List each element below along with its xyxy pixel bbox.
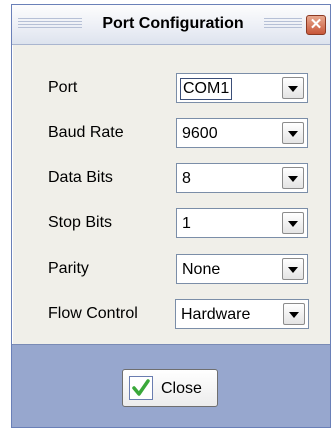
- parity-dropdown-button[interactable]: [282, 258, 304, 280]
- data-bits-label: Data Bits: [48, 169, 113, 186]
- port-select[interactable]: COM1: [176, 73, 308, 103]
- title-grip-right: [264, 18, 302, 30]
- data-bits-select[interactable]: 8: [176, 163, 308, 193]
- chevron-down-icon: [288, 221, 298, 227]
- chevron-down-icon: [288, 131, 298, 137]
- stop-bits-label: Stop Bits: [48, 214, 113, 231]
- baud-rate-dropdown-button[interactable]: [282, 122, 304, 144]
- baud-rate-value: 9600: [182, 125, 218, 142]
- port-configuration-dialog: Port Configuration ✕ Port COM1 Baud Rate…: [11, 4, 331, 428]
- flow-control-dropdown-button[interactable]: [283, 303, 305, 325]
- chevron-down-icon: [289, 312, 299, 318]
- flow-control-select[interactable]: Hardware: [175, 299, 309, 329]
- parity-row: Parity None: [12, 254, 330, 284]
- chevron-down-icon: [288, 176, 298, 182]
- check-icon: [129, 376, 153, 400]
- flow-control-label: Flow Control: [48, 305, 138, 322]
- stop-bits-row: Stop Bits 1: [12, 208, 330, 238]
- parity-value: None: [182, 261, 221, 278]
- close-icon[interactable]: ✕: [306, 15, 326, 35]
- parity-select[interactable]: None: [176, 254, 308, 284]
- data-bits-dropdown-button[interactable]: [282, 167, 304, 189]
- data-bits-value: 8: [182, 170, 191, 187]
- port-label: Port: [48, 79, 78, 96]
- data-bits-row: Data Bits 8: [12, 163, 330, 193]
- chevron-down-icon: [288, 267, 298, 273]
- port-dropdown-button[interactable]: [282, 77, 304, 99]
- close-button-label: Close: [161, 380, 202, 397]
- parity-label: Parity: [48, 260, 89, 277]
- dialog-footer: Close: [12, 344, 330, 427]
- title-bar[interactable]: Port Configuration ✕: [12, 5, 330, 45]
- title-grip-left: [18, 18, 82, 30]
- baud-rate-label: Baud Rate: [48, 124, 124, 141]
- dialog-title: Port Configuration: [102, 15, 244, 32]
- flow-control-row: Flow Control Hardware: [12, 299, 330, 329]
- port-value: COM1: [180, 78, 233, 100]
- flow-control-value: Hardware: [181, 306, 251, 323]
- close-button[interactable]: Close: [122, 369, 218, 407]
- baud-rate-row: Baud Rate 9600: [12, 118, 330, 148]
- stop-bits-select[interactable]: 1: [176, 208, 308, 238]
- baud-rate-select[interactable]: 9600: [176, 118, 308, 148]
- stop-bits-dropdown-button[interactable]: [282, 212, 304, 234]
- port-row: Port COM1: [12, 73, 330, 103]
- stop-bits-value: 1: [182, 215, 191, 232]
- chevron-down-icon: [288, 86, 298, 92]
